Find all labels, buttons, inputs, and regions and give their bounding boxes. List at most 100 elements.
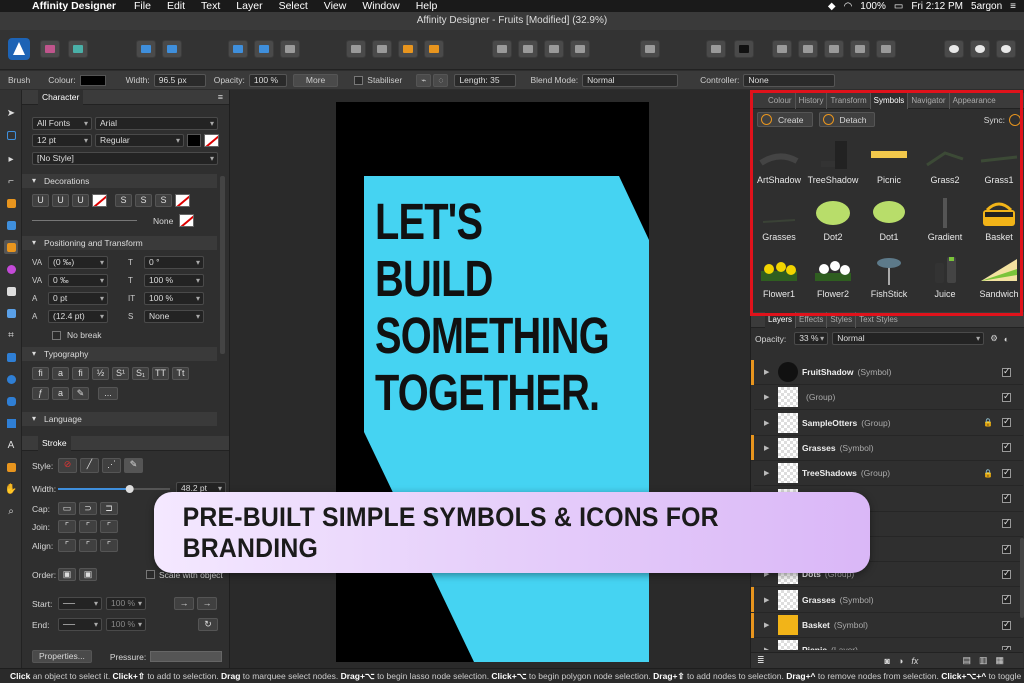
- tab-navigator[interactable]: Navigator: [908, 92, 950, 109]
- guides-icon[interactable]: [280, 40, 300, 58]
- stylistic-button[interactable]: ƒ: [32, 387, 49, 400]
- font-size-field[interactable]: 12 pt: [32, 134, 92, 147]
- sync-toggle-icon[interactable]: [1009, 113, 1021, 126]
- layers-stack-icon[interactable]: ≣: [757, 655, 765, 666]
- layer-visibility-checkbox[interactable]: [1002, 391, 1011, 402]
- mask-layer-icon[interactable]: ◙: [885, 656, 890, 666]
- layer-expand-icon[interactable]: ▶: [764, 469, 774, 477]
- menu-text[interactable]: Text: [193, 0, 228, 12]
- layer-visibility-checkbox[interactable]: [1002, 619, 1011, 630]
- detach-symbol-button[interactable]: Detach: [818, 112, 876, 127]
- tab-character[interactable]: Character: [38, 89, 84, 105]
- vertical-scale-field[interactable]: 100 %: [144, 292, 204, 305]
- bevel-join-button[interactable]: ⌜: [100, 520, 118, 533]
- dropbox-icon[interactable]: ◆: [828, 1, 836, 12]
- tab-layers[interactable]: Layers: [765, 311, 797, 328]
- superscript-button[interactable]: S¹: [112, 367, 129, 380]
- headline-line-4[interactable]: TOGETHER.: [375, 367, 600, 418]
- flip-horizontal-icon[interactable]: [492, 40, 512, 58]
- flip-vertical-icon[interactable]: [518, 40, 538, 58]
- end-arrow-select[interactable]: ──: [58, 618, 102, 631]
- arrange-front-icon[interactable]: [424, 40, 444, 58]
- dashed-stroke-button[interactable]: ⋰: [102, 458, 121, 473]
- no-break-checkbox[interactable]: [52, 330, 61, 340]
- paragraph-style-select[interactable]: [No Style]: [32, 152, 218, 165]
- stabiliser-checkbox[interactable]: [354, 75, 364, 85]
- strikethrough-custom-button[interactable]: S: [155, 194, 172, 207]
- pencil-tool-icon[interactable]: [4, 218, 18, 232]
- tab-styles[interactable]: Styles: [827, 311, 857, 328]
- menu-view[interactable]: View: [316, 0, 355, 12]
- typographic-case-select[interactable]: None: [144, 310, 204, 323]
- stroke-behind-button[interactable]: ▣: [58, 568, 76, 581]
- arrange-forward-icon[interactable]: [398, 40, 418, 58]
- layers-opacity-field[interactable]: 33 %: [794, 332, 829, 345]
- decorations-section[interactable]: Decorations: [22, 174, 217, 188]
- arrange-back-icon[interactable]: [346, 40, 366, 58]
- positioning-section[interactable]: Positioning and Transform: [22, 236, 217, 250]
- layer-row[interactable]: ▶ Grasses (Symbol): [751, 587, 1023, 613]
- layer-row[interactable]: ▶ TreeShadows(Group) 🔒: [751, 460, 1023, 487]
- headline-line-2[interactable]: BUILD: [375, 253, 493, 304]
- add-layer-icon[interactable]: ▤: [962, 655, 971, 666]
- symbol-juice[interactable]: Juice: [917, 255, 973, 299]
- rotate-left-icon[interactable]: [544, 40, 564, 58]
- strikethrough-colour-swatch[interactable]: [175, 194, 190, 207]
- more-button[interactable]: More: [292, 73, 339, 87]
- delete-layer-icon[interactable]: ▦: [995, 655, 1004, 666]
- designer-persona-icon[interactable]: [8, 38, 30, 60]
- double-strikethrough-button[interactable]: S: [135, 194, 152, 207]
- headline-line-1[interactable]: LET'S: [375, 196, 483, 247]
- snapping-icon[interactable]: [254, 40, 274, 58]
- discretionary-ligatures-button[interactable]: fi: [72, 367, 89, 380]
- subscript-button[interactable]: S₁: [132, 367, 149, 380]
- layer-expand-icon[interactable]: ▶: [764, 646, 774, 650]
- arrow-position-button[interactable]: →: [174, 597, 194, 610]
- artboard[interactable]: LET'S BUILD SOMETHING TOGETHER.: [336, 102, 649, 662]
- pixel-persona-icon[interactable]: [40, 40, 60, 58]
- symbol-fishstick[interactable]: FishStick: [861, 255, 917, 299]
- color-picker-tool-icon[interactable]: [4, 460, 18, 474]
- symbol-basket[interactable]: Basket: [971, 198, 1024, 242]
- adjustment-layer-icon[interactable]: ◑: [898, 656, 903, 666]
- ellipse-tool-icon[interactable]: [4, 372, 18, 386]
- layer-row[interactable]: ▶ Grasses (Symbol): [751, 435, 1023, 461]
- view-mode-icon[interactable]: [228, 40, 248, 58]
- layer-visibility-checkbox[interactable]: [1002, 644, 1011, 650]
- crop-tool-icon[interactable]: ⌗: [4, 328, 18, 342]
- tab-transform[interactable]: Transform: [827, 92, 871, 109]
- solid-stroke-button[interactable]: ╱: [80, 458, 99, 473]
- boolean-intersect-icon[interactable]: [824, 40, 844, 58]
- symbol-flower2[interactable]: Flower2: [805, 255, 861, 299]
- menu-edit[interactable]: Edit: [159, 0, 193, 12]
- font-collection-select[interactable]: All Fonts: [32, 117, 92, 130]
- properties-button[interactable]: Properties...: [32, 650, 92, 663]
- end-arrow-scale[interactable]: 100 %: [106, 618, 146, 631]
- underline-colour-swatch[interactable]: [92, 194, 107, 207]
- layers-blend-select[interactable]: Normal: [832, 332, 985, 345]
- boolean-add-icon[interactable]: [772, 40, 792, 58]
- symbol-gradient[interactable]: Gradient: [917, 198, 973, 242]
- square-cap-button[interactable]: ⊐: [100, 502, 118, 515]
- export-persona-icon[interactable]: [68, 40, 88, 58]
- layer-lock-icon[interactable]: 🔒: [983, 418, 993, 427]
- layer-info-icon[interactable]: ◐: [1004, 334, 1009, 344]
- layer-row[interactable]: ▶ Basket (Symbol): [751, 612, 1023, 638]
- user-name[interactable]: 5argon: [971, 1, 1002, 12]
- symbol-sandwich[interactable]: Sandwich: [971, 255, 1024, 299]
- document-setup-icon[interactable]: [136, 40, 156, 58]
- tab-effects[interactable]: Effects: [796, 311, 828, 328]
- text-tool-icon[interactable]: A: [4, 438, 18, 452]
- all-caps-button[interactable]: TT: [152, 367, 169, 380]
- stabiliser-mode-icon[interactable]: ⌁: [416, 73, 432, 87]
- layer-settings-icon[interactable]: ⚙: [990, 333, 998, 344]
- menu-file[interactable]: File: [126, 0, 159, 12]
- layers-scrollbar[interactable]: [1020, 538, 1024, 618]
- studio-icon[interactable]: [970, 40, 990, 58]
- menu-help[interactable]: Help: [408, 0, 446, 12]
- list-icon[interactable]: ≡: [1010, 1, 1016, 12]
- group-layer-icon[interactable]: ▥: [979, 655, 988, 666]
- strikethrough-button[interactable]: S: [115, 194, 132, 207]
- underline-button[interactable]: U: [32, 194, 49, 207]
- ui-toggle-icon[interactable]: [996, 40, 1016, 58]
